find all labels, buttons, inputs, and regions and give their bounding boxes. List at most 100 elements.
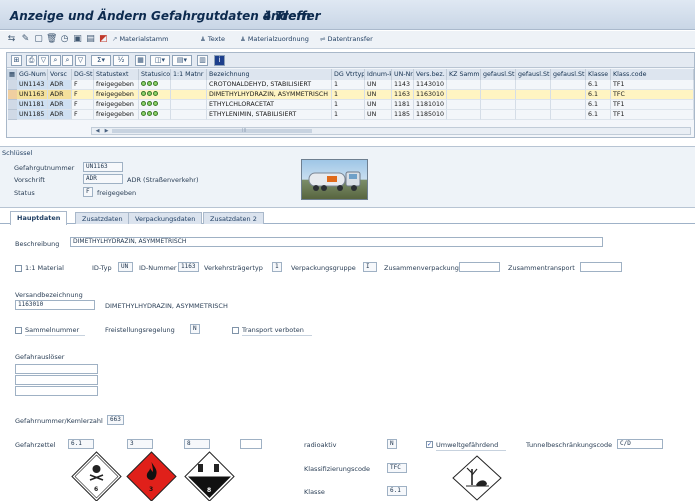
zusammentransport-field[interactable] (580, 262, 622, 272)
save-icon[interactable]: ▣ (72, 34, 83, 45)
column-header[interactable]: KZ Sammel (447, 69, 481, 80)
column-header[interactable]: gefausl.St (551, 69, 586, 80)
column-header[interactable]: 1:1 Matnr (171, 69, 207, 80)
row-selector[interactable] (8, 90, 17, 100)
column-header[interactable]: Klass.code (611, 69, 694, 80)
edit-icon[interactable]: ✎ (20, 34, 31, 45)
subtotal-icon[interactable]: ½ (113, 55, 129, 66)
radioaktiv-field[interactable]: N (387, 439, 397, 449)
id-typ-field[interactable]: UN (118, 262, 133, 272)
status-lights-icon (139, 90, 171, 100)
materialstamm-button[interactable]: ↗ Materialstamm (112, 35, 168, 43)
versandbezeichnung-label: Versandbezeichnung (15, 291, 83, 299)
zusammentransport-label: Zusammentransport (508, 264, 575, 272)
tunnelbeschraenkungscode-field[interactable]: C/D (617, 439, 663, 449)
table-cell: UN (365, 80, 392, 90)
column-header[interactable]: Statustext (94, 69, 139, 80)
klassifizierungscode-field[interactable]: TFC (387, 463, 407, 473)
column-header[interactable]: GG-Num (17, 69, 48, 80)
table-cell (171, 80, 207, 90)
zusammenverpackung-field[interactable] (459, 262, 500, 272)
horizontal-scrollbar[interactable]: ◀ ▶ III (91, 127, 691, 135)
datentransfer-button[interactable]: ⇌ Datentransfer (320, 35, 373, 43)
id-nummer-field[interactable]: 1163 (178, 262, 199, 272)
vorschrift-field[interactable]: ADR (83, 174, 123, 184)
grid-toolbar: ⊞ ⎙ ▽ ⌕ ⌕ ▽ Σ▾ ½ ▦ ◫▾ ▤▾ ▥ i (7, 53, 694, 68)
gefahrausloeser-field-1[interactable] (15, 364, 98, 374)
tab-hauptdaten[interactable]: Hauptdaten (10, 211, 68, 225)
column-header[interactable]: Idnum-kz (365, 69, 392, 80)
row-selector[interactable] (8, 80, 17, 90)
verpackungsgruppe-label: Verpackungsgruppe (291, 264, 356, 272)
find-next-icon[interactable]: ⌕ (62, 55, 73, 66)
delete-icon[interactable]: 🗑 (46, 34, 57, 45)
materialzuordnung-button[interactable]: ♟ Materialzuordnung (240, 35, 309, 43)
texte-button[interactable]: ♟ Texte (200, 35, 225, 43)
filter-icon[interactable]: ▽ (38, 55, 49, 66)
gefahrzettel-field-3[interactable]: 8 (184, 439, 210, 449)
scroll-thumb[interactable] (112, 129, 312, 133)
table-cell (447, 90, 481, 100)
beschreibung-field[interactable]: DIMETHYLHYDRAZIN, ASYMMETRISCH (70, 237, 603, 247)
material-1-1-checkbox[interactable] (15, 265, 22, 272)
back-icon[interactable]: ⇆ (6, 34, 17, 45)
transport-verboten-label: Transport verboten (242, 326, 304, 334)
umweltgefaehrdend-checkbox[interactable]: ✓ (426, 441, 433, 448)
status-field[interactable]: F (83, 187, 93, 197)
help-icon[interactable]: ◩ (98, 34, 109, 45)
column-header[interactable]: DG-Stat. (72, 69, 94, 80)
table-cell (516, 90, 551, 100)
table-cell: UN1185 (17, 110, 48, 120)
status-text: freigegeben (97, 189, 137, 197)
versandbezeichnung-text: DIMETHYLHYDRAZIN, ASYMMETRISCH (105, 302, 228, 310)
find-icon[interactable]: ⌕ (50, 55, 61, 66)
row-selector[interactable] (8, 110, 17, 120)
versandbezeichnung-field[interactable]: 1163010 (15, 300, 95, 310)
tab-verpackungsdaten[interactable]: Verpackungsdaten (128, 212, 203, 224)
gefahrgutnummer-field[interactable]: UN1163 (83, 162, 123, 172)
column-header[interactable]: gefausl.St (516, 69, 551, 80)
detail-icon[interactable]: ⊞ (11, 55, 22, 66)
sum-icon[interactable]: Σ▾ (91, 55, 111, 66)
tab-zusatzdaten-2[interactable]: Zusatzdaten 2 (203, 212, 264, 224)
klasse-field[interactable]: 6.1 (387, 486, 407, 496)
column-header[interactable]: Statusicon (139, 69, 171, 80)
table-cell: 1185 (392, 110, 414, 120)
info-icon[interactable]: ▤ (85, 34, 96, 45)
freistellungsregelung-field[interactable]: N (190, 324, 200, 334)
row-selector[interactable] (8, 100, 17, 110)
column-header[interactable]: Vers.bez. (414, 69, 447, 80)
table-cell: 1163010 (414, 90, 447, 100)
gefahrzettel-field-1[interactable]: 6.1 (68, 439, 94, 449)
tab-zusatzdaten[interactable]: Zusatzdaten (75, 212, 130, 224)
scroll-right-icon[interactable]: ▶ (102, 128, 111, 134)
export-icon[interactable]: ▦ (135, 55, 146, 66)
column-header[interactable]: Bezeichnung (207, 69, 332, 80)
column-header[interactable]: UN-Nr. (392, 69, 414, 80)
graphic-icon[interactable]: ▤▾ (172, 55, 192, 66)
export-spreadsheet-icon[interactable]: ▥ (197, 55, 208, 66)
sort-icon[interactable]: ▽ (75, 55, 86, 66)
print-icon[interactable]: ⎙ (26, 55, 37, 66)
verkehrstraegertyp-field[interactable]: 1 (272, 262, 282, 272)
gefahrzettel-field-2[interactable]: 3 (127, 439, 153, 449)
column-header[interactable]: DG Vtrtyp (332, 69, 365, 80)
gefahrausloeser-field-2[interactable] (15, 375, 98, 385)
gefahrnummer-field[interactable]: 663 (107, 415, 124, 425)
new-icon[interactable]: ▢ (33, 34, 44, 45)
column-header[interactable]: gefausl.St (481, 69, 516, 80)
column-header[interactable]: Klasse (586, 69, 611, 80)
grid-info-icon[interactable]: i (214, 55, 225, 66)
column-header[interactable]: Vorsc (48, 69, 72, 80)
klasse-label: Klasse (304, 488, 325, 496)
layout-icon[interactable]: ◫▾ (150, 55, 170, 66)
scroll-left-icon[interactable]: ◀ (93, 128, 102, 134)
transport-verboten-checkbox[interactable] (232, 327, 239, 334)
gefahrausloeser-field-3[interactable] (15, 386, 98, 396)
gefahrgutnummer-label: Gefahrgutnummer (14, 164, 75, 172)
gefahrzettel-field-4[interactable] (240, 439, 262, 449)
verpackungsgruppe-field[interactable]: I (363, 262, 377, 272)
history-icon[interactable]: ◷ (59, 34, 70, 45)
select-all-icon[interactable]: ▦ (7, 69, 17, 80)
sammelnummer-checkbox[interactable] (15, 327, 22, 334)
